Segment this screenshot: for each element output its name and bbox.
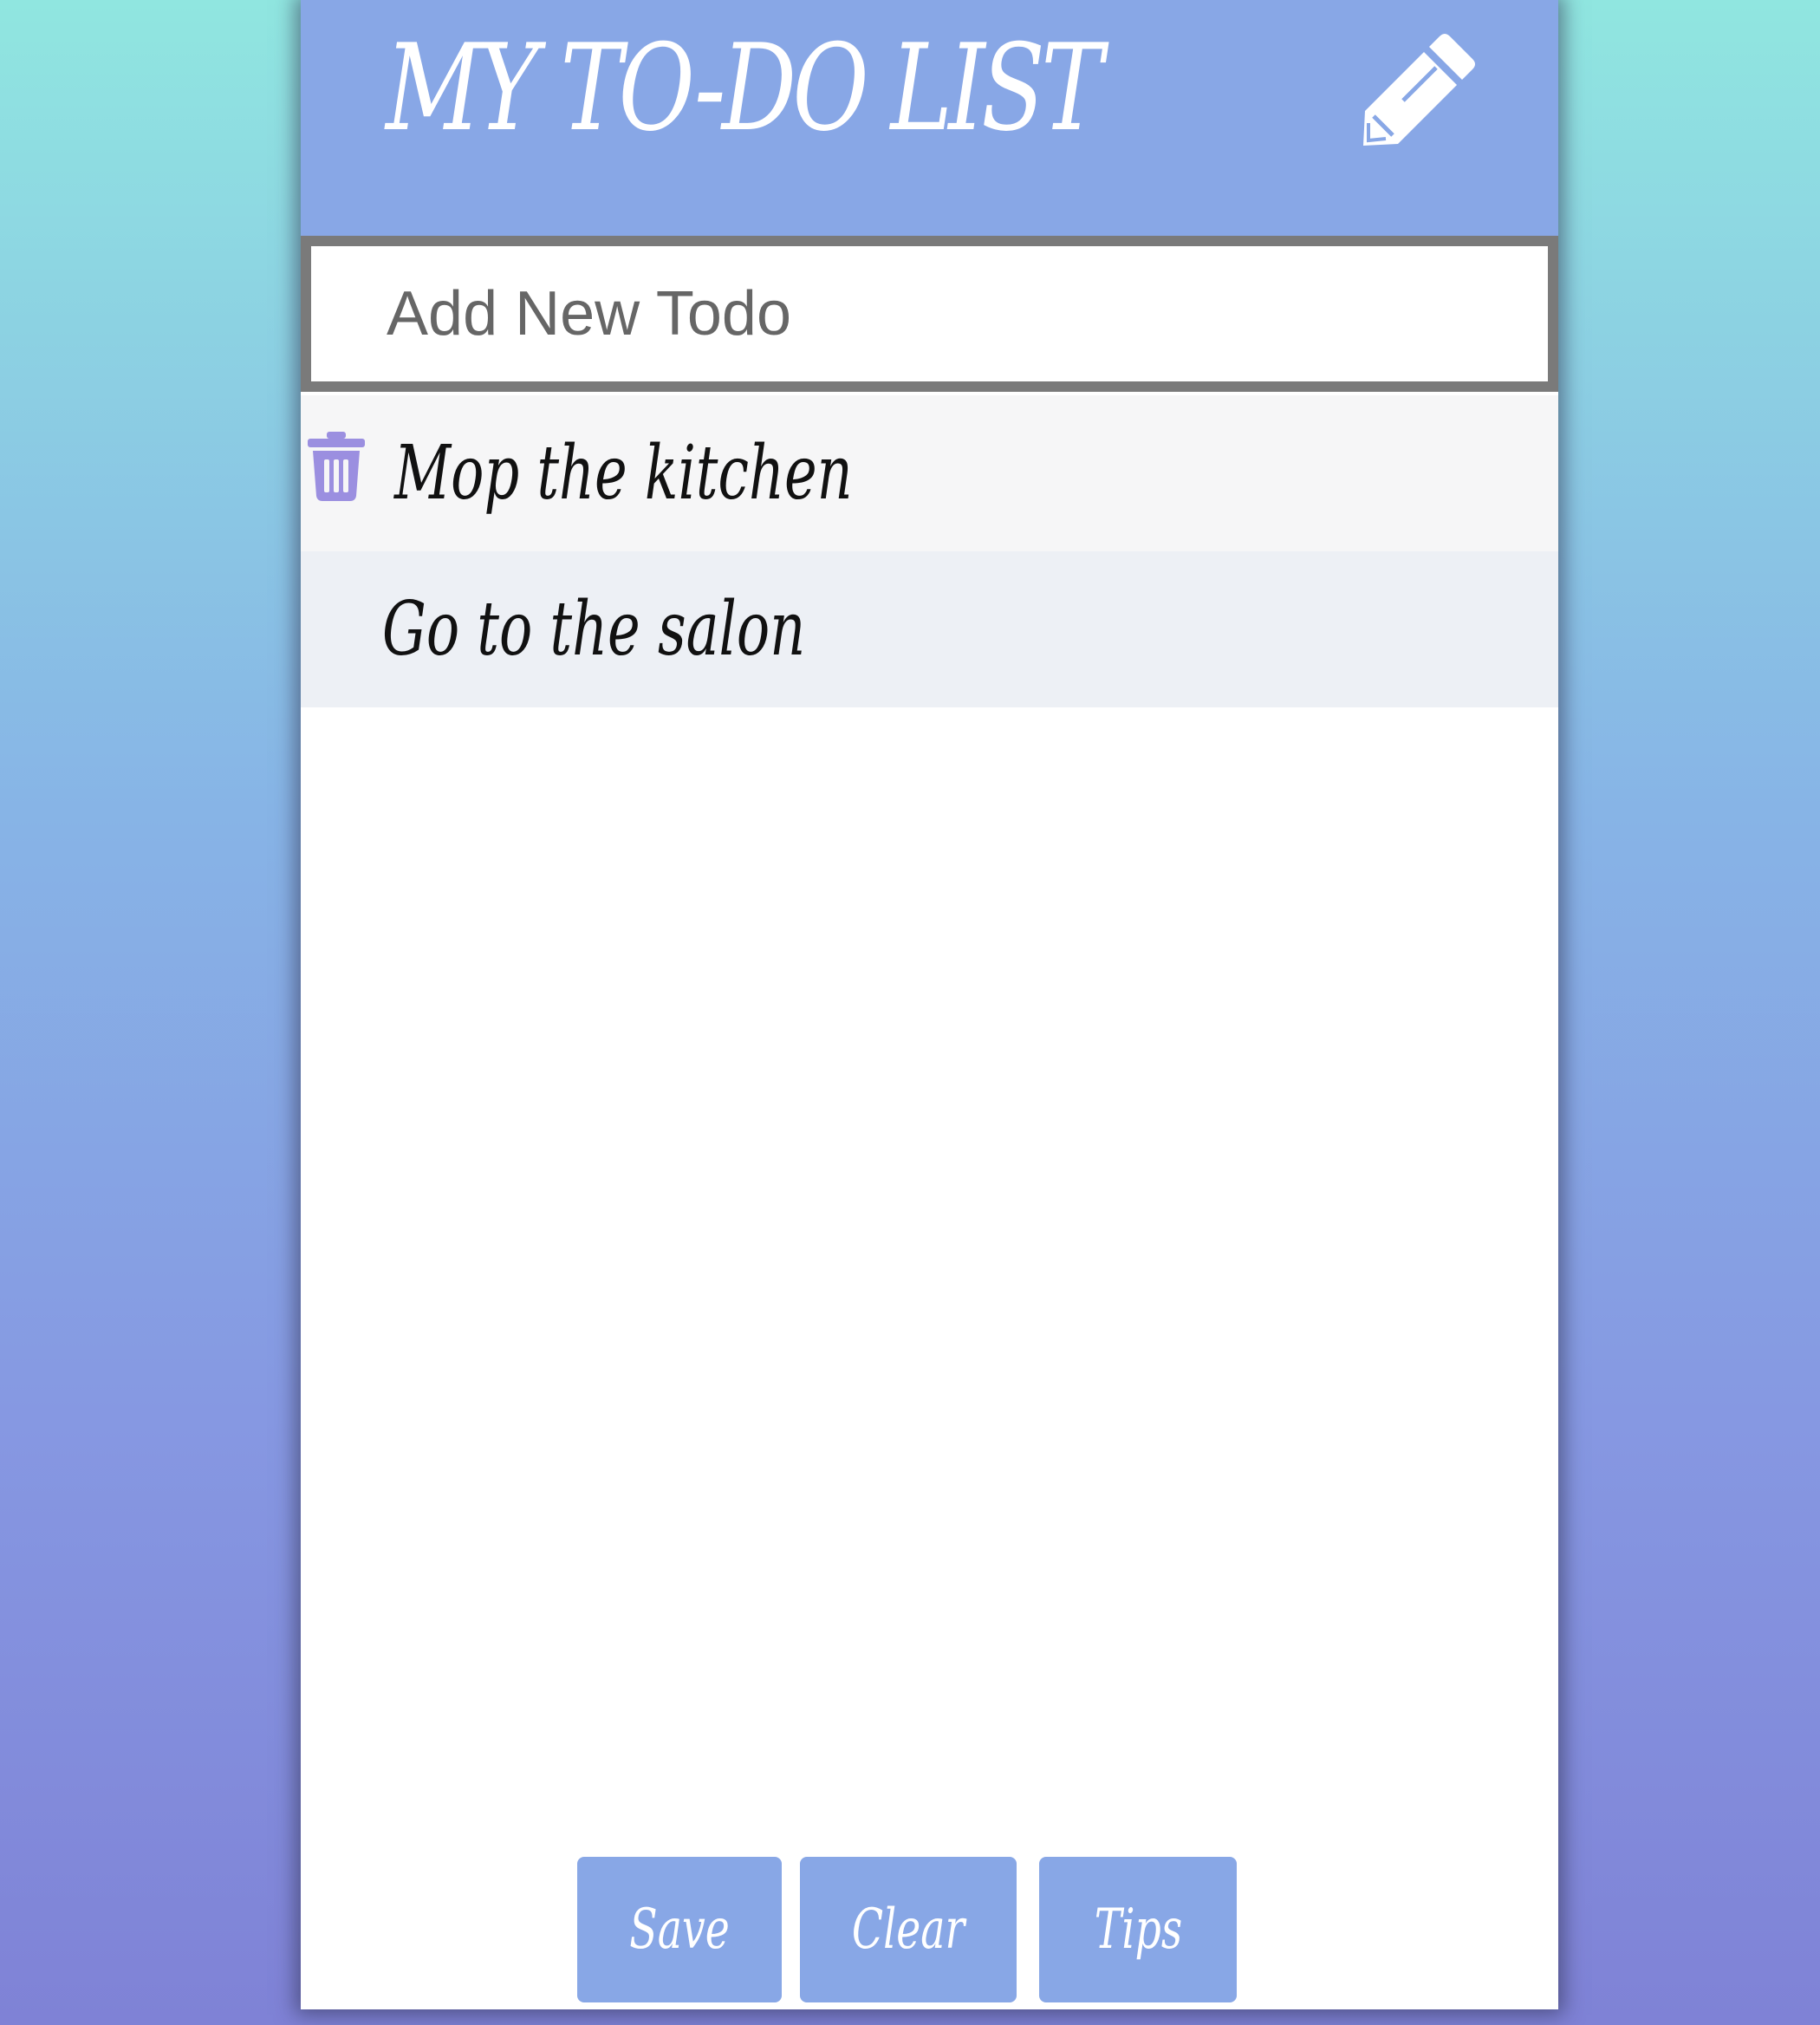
action-bar: Save Clear Tips [301,1836,1558,2009]
trash-icon[interactable] [308,432,365,501]
app-header: MY TO-DO LIST [301,0,1558,236]
todo-item[interactable]: Go to the salon [301,551,1558,707]
tips-button[interactable]: Tips [1039,1857,1237,2002]
todo-text: Go to the salon [382,586,806,673]
todo-app: MY TO-DO LIST Add New Todo Mop the kitch… [301,0,1558,2009]
new-todo-input[interactable] [311,246,1548,381]
pencil-icon[interactable] [1360,26,1481,147]
clear-button[interactable]: Clear [800,1857,1017,2002]
save-button[interactable]: Save [577,1857,782,2002]
todo-list: Mop the kitchen Go to the salon [301,395,1558,707]
todo-item[interactable]: Mop the kitchen [301,395,1558,551]
new-todo-field [301,236,1558,392]
app-title: MY TO-DO LIST [386,18,1103,158]
todo-text: Mop the kitchen [394,430,853,517]
